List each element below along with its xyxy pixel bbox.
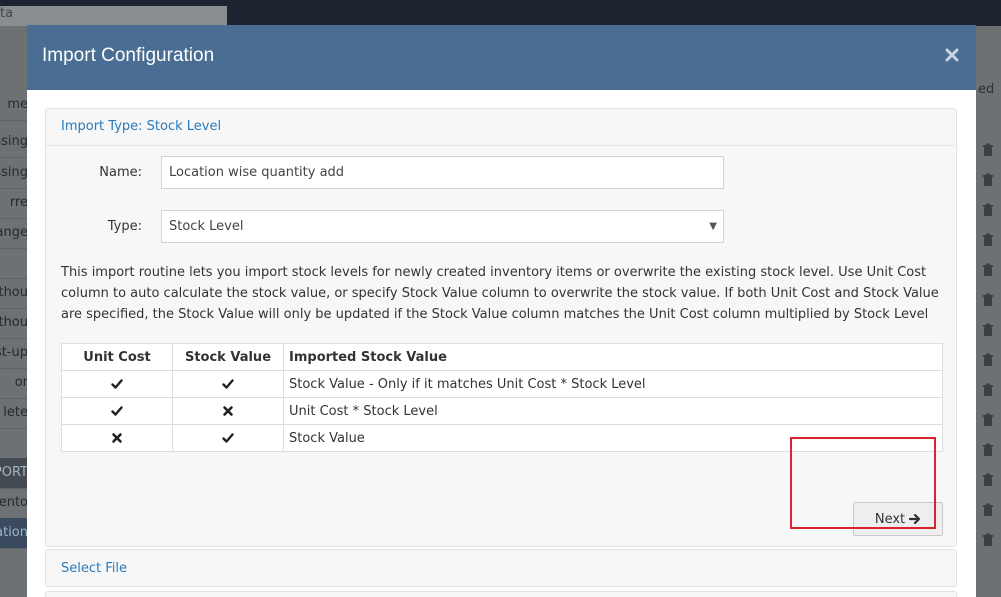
background-column-header: ed [978, 82, 995, 97]
background-list-item: thou [0, 308, 28, 339]
table-cell [61, 370, 173, 398]
import-type-heading[interactable]: Import Type: Stock Level [46, 109, 956, 146]
name-input[interactable] [161, 156, 724, 189]
column-header-imported-stock-value: Imported Stock Value [283, 343, 943, 371]
import-type-label[interactable]: Import Type: Stock Level [61, 119, 221, 134]
table-cell [61, 397, 173, 425]
check-icon [222, 378, 234, 390]
trash-icon [981, 353, 995, 367]
check-icon [111, 405, 123, 417]
table-row: Unit Cost * Stock Level [61, 397, 943, 425]
check-icon [111, 378, 123, 390]
background-list-item-label: me [7, 97, 28, 112]
next-step-panel [45, 591, 957, 597]
background-list-item: or [0, 368, 28, 399]
background-list-item-label: st-up [0, 345, 28, 360]
trash-icon [981, 533, 995, 547]
background-list-item: me [0, 90, 28, 121]
background-sidebar: me ssing ssing rre ange thou thou st-up or lete PO… [0, 26, 28, 597]
name-label: Name: [99, 165, 142, 180]
table-cell [172, 397, 284, 425]
trash-icon [981, 443, 995, 457]
background-list-item: thou [0, 278, 28, 309]
background-topbar: ta [0, 0, 1001, 26]
background-list-item-label: PORT [0, 465, 28, 480]
close-icon[interactable] [944, 47, 960, 63]
background-list-item: ento [0, 488, 28, 519]
trash-icon [981, 323, 995, 337]
background-list-item: ange [0, 218, 28, 249]
trash-icon [981, 413, 995, 427]
trash-icon [981, 293, 995, 307]
highlight-annotation-box [790, 437, 936, 529]
background-list-item [0, 248, 28, 279]
table-cell [61, 424, 173, 452]
trash-icon [981, 383, 995, 397]
trash-icon [981, 233, 995, 247]
type-selected-value: Stock Level [169, 219, 244, 234]
background-list-item: rre [0, 188, 28, 219]
background-right-column: ed [976, 26, 1001, 597]
type-row: Type: Stock Level ▼ [46, 210, 956, 244]
background-list-item: cation [0, 518, 28, 549]
cross-icon [222, 405, 234, 417]
background-list-item: st-up [0, 338, 28, 369]
background-list-item: ssing [0, 158, 28, 189]
background-list-item: ssing [0, 127, 28, 158]
background-list-item: lete [0, 398, 28, 429]
table-header-row: Unit Cost Stock Value Imported Stock Val… [61, 343, 943, 371]
table-cell [172, 370, 284, 398]
type-select[interactable]: Stock Level ▼ [161, 210, 724, 243]
background-list-item: PORT [0, 458, 28, 489]
dropdown-caret-icon: ▼ [709, 221, 717, 232]
modal-title: Import Configuration [42, 45, 215, 66]
table-cell [172, 424, 284, 452]
modal-header: Import Configuration [27, 25, 976, 90]
background-list-item-label: ssing [0, 134, 28, 149]
background-list-item-label: thou [0, 285, 28, 300]
check-icon [222, 432, 234, 444]
import-description: This import routine lets you import stoc… [61, 265, 939, 322]
background-list-item-label: ange [0, 225, 28, 240]
trash-icon [981, 503, 995, 517]
background-list-item-label: ssing [0, 165, 28, 180]
background-list-item-label: thou [0, 315, 28, 330]
type-label: Type: [107, 219, 142, 234]
table-row: Stock Value - Only if it matches Unit Co… [61, 370, 943, 398]
trash-icon [981, 203, 995, 217]
background-list-item-label: ento [0, 495, 28, 510]
background-tab-panel: ta [0, 6, 227, 26]
trash-icon [981, 263, 995, 277]
background-list-item-label: rre [9, 195, 28, 210]
background-tab-label: ta [0, 6, 14, 21]
trash-icon [981, 473, 995, 487]
cross-icon [111, 432, 123, 444]
select-file-link[interactable]: Select File [61, 561, 127, 576]
column-header-unit-cost: Unit Cost [61, 343, 173, 371]
name-row: Name: [46, 156, 956, 190]
column-header-stock-value: Stock Value [172, 343, 284, 371]
table-cell-imported-value: Unit Cost * Stock Level [283, 397, 943, 425]
trash-icon [981, 143, 995, 157]
table-cell-imported-value: Stock Value - Only if it matches Unit Co… [283, 370, 943, 398]
background-list-item-label: cation [0, 525, 28, 540]
background-list-item-label: or [14, 375, 28, 390]
import-rules-table: Unit Cost Stock Value Imported Stock Val… [61, 343, 943, 452]
background-list-item [0, 428, 28, 459]
select-file-panel[interactable]: Select File [45, 549, 957, 587]
background-list-item-label: lete [3, 405, 28, 420]
trash-icon [981, 173, 995, 187]
